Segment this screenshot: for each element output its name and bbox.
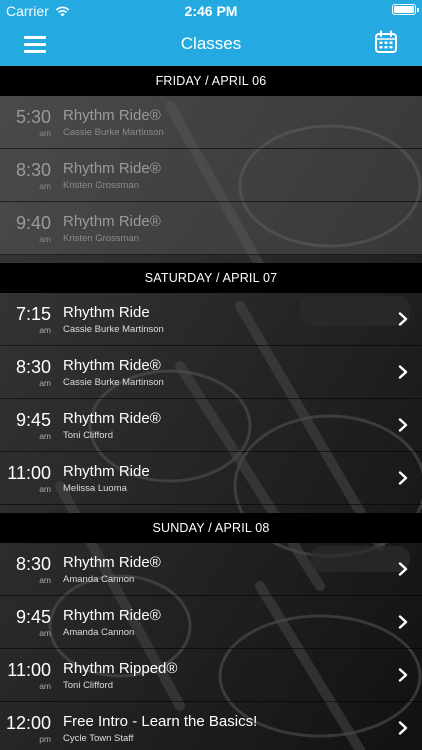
- class-row[interactable]: 12:00 pm Free Intro - Learn the Basics! …: [0, 702, 422, 750]
- class-time: 7:15: [15, 304, 51, 324]
- class-ampm: pm: [39, 734, 51, 744]
- class-title: Rhythm Ride®: [63, 213, 161, 230]
- class-title: Rhythm Ride®: [63, 160, 161, 177]
- class-instructor: Cycle Town Staff: [63, 733, 134, 744]
- class-ampm: am: [39, 181, 51, 191]
- class-row[interactable]: 11:00 am Rhythm Ride Melissa Luoma: [0, 452, 422, 505]
- class-instructor: Cassie Burke Martinson: [63, 127, 164, 138]
- class-ampm: am: [39, 681, 51, 691]
- calendar-icon[interactable]: [374, 30, 398, 54]
- class-title: Rhythm Ride®: [63, 554, 161, 571]
- class-title: Rhythm Ride: [63, 304, 150, 321]
- class-title: Rhythm Ride®: [63, 357, 161, 374]
- class-title: Rhythm Ride®: [63, 107, 161, 124]
- class-list[interactable]: FRIDAY / APRIL 06 5:30 am Rhythm Ride® C…: [0, 66, 422, 750]
- class-row[interactable]: 9:45 am Rhythm Ride® Amanda Cannon: [0, 596, 422, 649]
- class-time: 9:45: [15, 607, 51, 627]
- class-instructor: Amanda Cannon: [63, 627, 135, 638]
- class-time: 8:30: [15, 357, 51, 377]
- chevron-right-icon: [398, 562, 408, 576]
- class-time: 8:30: [15, 554, 51, 574]
- class-ampm: am: [39, 325, 51, 335]
- nav-bar: Classes: [0, 22, 422, 66]
- class-time: 9:40: [15, 213, 51, 233]
- class-title: Rhythm Ride: [63, 463, 150, 480]
- class-row[interactable]: 8:30 am Rhythm Ride® Cassie Burke Martin…: [0, 346, 422, 399]
- class-instructor: Kristen Grossman: [63, 233, 140, 244]
- status-bar: Carrier 2:46 PM: [0, 0, 422, 22]
- day-header-saturday: SATURDAY / APRIL 07: [0, 263, 422, 293]
- class-ampm: am: [39, 234, 51, 244]
- class-ampm: am: [39, 484, 51, 494]
- class-row: 8:30 am Rhythm Ride® Kristen Grossman: [0, 149, 422, 202]
- app-header: Carrier 2:46 PM Classes: [0, 0, 422, 66]
- class-ampm: am: [39, 431, 51, 441]
- class-row[interactable]: 7:15 am Rhythm Ride Cassie Burke Martins…: [0, 293, 422, 346]
- class-row[interactable]: 11:00 am Rhythm Ripped® Toni Clifford: [0, 649, 422, 702]
- class-instructor: Cassie Burke Martinson: [63, 324, 164, 335]
- chevron-right-icon: [398, 471, 408, 485]
- class-instructor: Toni Clifford: [63, 680, 113, 691]
- chevron-right-icon: [398, 418, 408, 432]
- class-ampm: am: [39, 378, 51, 388]
- class-row[interactable]: 8:30 am Rhythm Ride® Amanda Cannon: [0, 543, 422, 596]
- class-instructor: Kristen Grossman: [63, 180, 140, 191]
- class-time: 8:30: [15, 160, 51, 180]
- class-title: Rhythm Ripped®: [63, 660, 178, 677]
- status-right: [392, 4, 419, 15]
- class-ampm: am: [39, 128, 51, 138]
- chevron-right-icon: [398, 721, 408, 735]
- class-time: 11:00: [7, 660, 51, 680]
- class-time: 11:00: [7, 463, 51, 483]
- page-title: Classes: [180, 34, 242, 53]
- class-instructor: Toni Clifford: [63, 430, 113, 441]
- day-header-sunday: SUNDAY / APRIL 08: [0, 513, 422, 543]
- class-row[interactable]: 9:45 am Rhythm Ride® Toni Clifford: [0, 399, 422, 452]
- class-instructor: Amanda Cannon: [63, 574, 135, 585]
- class-ampm: am: [39, 628, 51, 638]
- class-time: 9:45: [15, 410, 51, 430]
- class-row: 5:30 am Rhythm Ride® Cassie Burke Martin…: [0, 96, 422, 149]
- class-instructor: Melissa Luoma: [63, 483, 127, 494]
- class-title: Rhythm Ride®: [63, 607, 161, 624]
- chevron-right-icon: [398, 668, 408, 682]
- class-ampm: am: [39, 575, 51, 585]
- battery-icon: [392, 4, 419, 15]
- class-title: Free Intro - Learn the Basics!: [63, 713, 258, 730]
- chevron-right-icon: [398, 365, 408, 379]
- class-time: 12:00: [5, 713, 51, 733]
- class-time: 5:30: [15, 107, 51, 127]
- class-row: 9:40 am Rhythm Ride® Kristen Grossman: [0, 202, 422, 255]
- day-header-friday: FRIDAY / APRIL 06: [0, 66, 422, 96]
- status-time: 2:46 PM: [184, 3, 238, 19]
- chevron-right-icon: [398, 615, 408, 629]
- class-instructor: Cassie Burke Martinson: [63, 377, 164, 388]
- chevron-right-icon: [398, 312, 408, 326]
- class-title: Rhythm Ride®: [63, 410, 161, 427]
